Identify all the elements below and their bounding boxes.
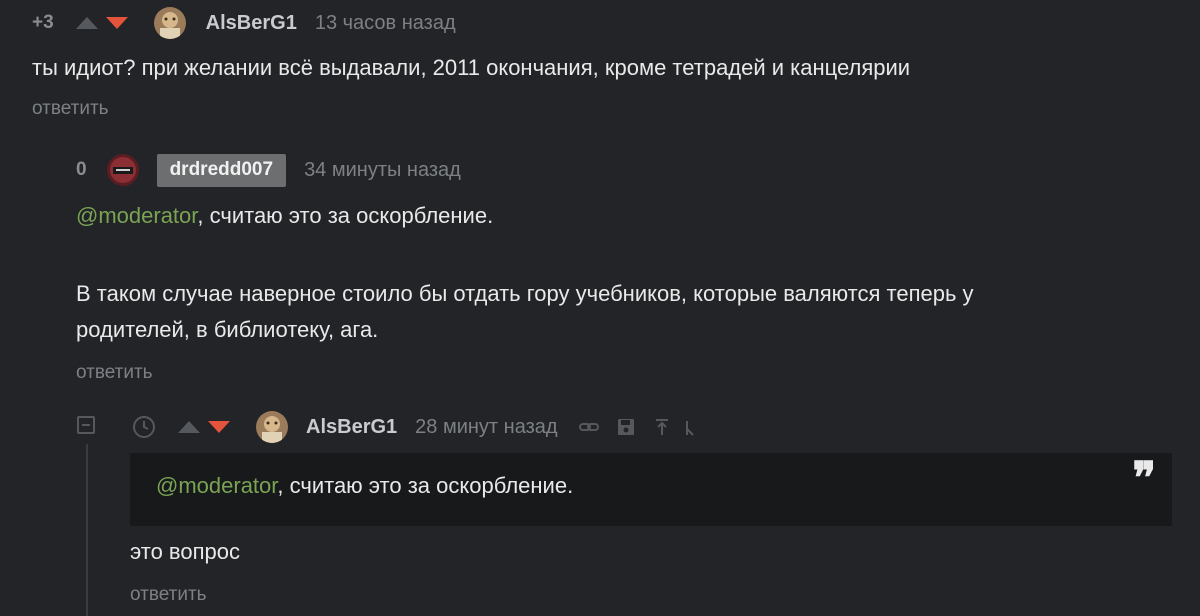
scroll-to-top-icon[interactable]	[652, 417, 672, 437]
timestamp[interactable]: 34 минуты назад	[304, 159, 461, 182]
comment-2-first-line: @moderator, считаю это за оскорбление.	[76, 198, 493, 234]
timestamp[interactable]: 13 часов назад	[315, 12, 456, 35]
mention-link[interactable]: @moderator	[76, 203, 197, 228]
quote-block: @moderator, считаю это за оскорбление. ❞	[130, 453, 1172, 526]
save-icon[interactable]	[616, 417, 636, 437]
comment-1-text: ты идиот? при желании всё выдавали, 2011…	[32, 55, 911, 80]
more-icon[interactable]	[684, 417, 696, 437]
rating-count: 0	[76, 159, 87, 180]
comment-2-paragraph-line-2: родителей, в библиотеку, ага.	[76, 317, 379, 342]
reply-button[interactable]: ответить	[130, 584, 207, 606]
avatar[interactable]	[256, 411, 288, 443]
clock-icon	[133, 416, 155, 438]
username[interactable]: AlsBerG1	[306, 416, 397, 439]
comments-page: +3 AlsBerG1 13 часов назад ты идиот? при…	[0, 0, 1200, 616]
timestamp[interactable]: 28 минут назад	[415, 416, 557, 439]
thread-line[interactable]	[86, 444, 88, 616]
comment-2-paragraph-line-1: В таком случае наверное стоило бы отдать…	[76, 281, 974, 306]
quote-mark-icon: ❞	[1132, 453, 1156, 504]
quote-text: @moderator, считаю это за оскорбление.	[156, 473, 573, 499]
username-badge[interactable]: drdredd007	[156, 153, 287, 187]
collapse-thread-icon[interactable]	[77, 416, 95, 434]
avatar[interactable]	[153, 7, 186, 39]
mention-link[interactable]: @moderator	[156, 473, 277, 498]
comment-3-text: это вопрос	[130, 539, 240, 564]
comment-2-header: 0 drdredd007 34 минуты назад	[76, 152, 461, 188]
upvote-icon[interactable]	[176, 419, 202, 435]
comment-1-header: +3 AlsBerG1 13 часов назад	[32, 7, 456, 39]
link-icon[interactable]	[578, 416, 600, 438]
avatar[interactable]	[106, 154, 139, 186]
downvote-icon[interactable]	[206, 419, 232, 435]
quote-body: , считаю это за оскорбление.	[277, 473, 574, 498]
comment-2-text: , считаю это за оскорбление.	[197, 203, 494, 228]
comment-3-header: AlsBerG1 28 минут назад	[132, 410, 696, 444]
upvote-icon[interactable]	[74, 15, 100, 31]
rating-count: +3	[32, 12, 54, 33]
reply-button[interactable]: ответить	[32, 98, 109, 120]
reply-button[interactable]: ответить	[76, 362, 153, 384]
username[interactable]: AlsBerG1	[206, 12, 297, 35]
downvote-icon[interactable]	[104, 15, 130, 31]
